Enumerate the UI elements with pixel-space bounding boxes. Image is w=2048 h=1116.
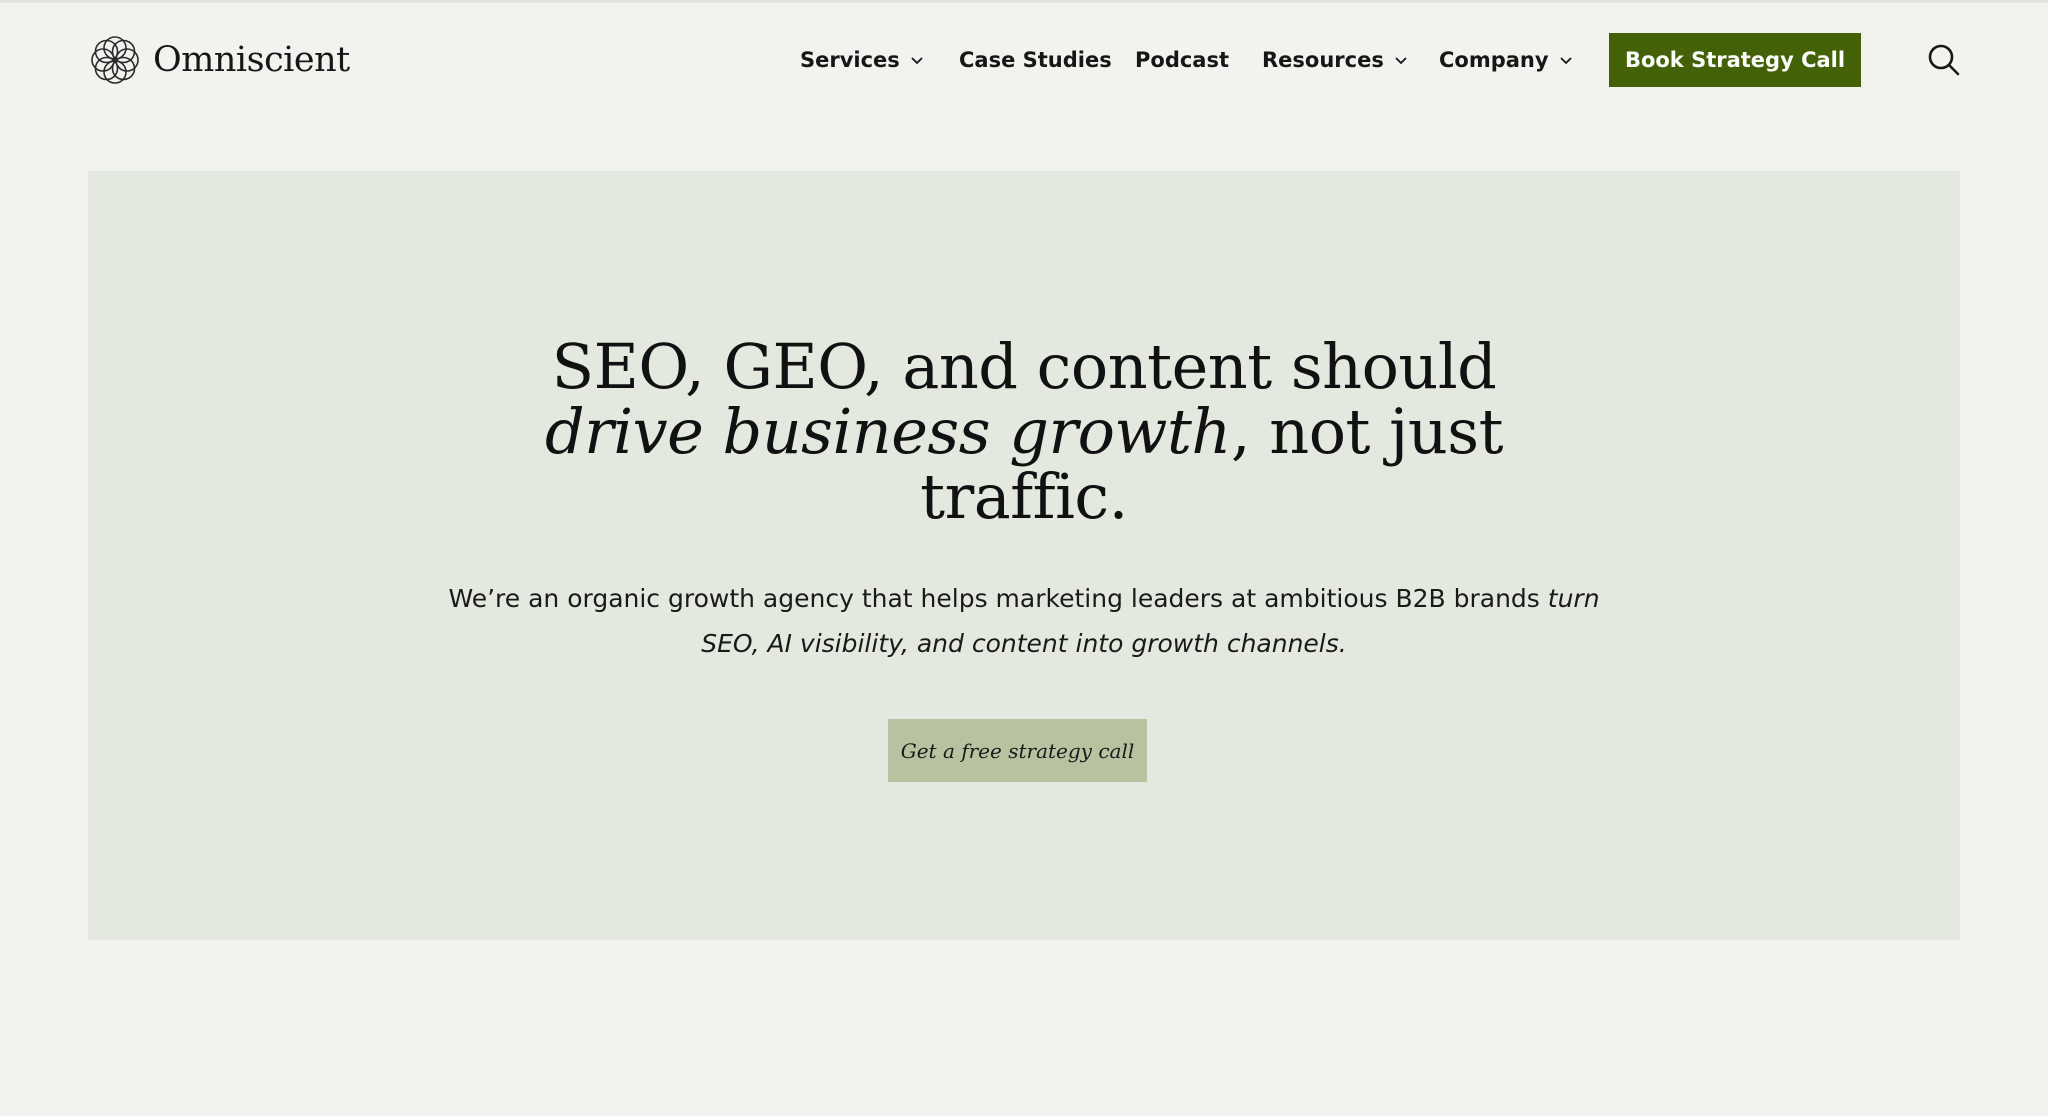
nav-item-label: Company — [1439, 48, 1549, 72]
hero-subtitle: We’re an organic growth agency that help… — [88, 576, 1960, 666]
chevron-down-icon — [1559, 57, 1572, 65]
nav-item-services[interactable]: Services — [800, 42, 924, 78]
chevron-down-icon — [1395, 57, 1407, 65]
hero-title-line3: traffic. — [920, 460, 1128, 533]
free-strategy-call-button[interactable]: Get a free strategy call — [888, 719, 1147, 782]
nav-item-resources[interactable]: Resources — [1262, 42, 1408, 78]
hero-title: SEO, GEO, and content should drive busin… — [88, 334, 1960, 529]
nav-item-podcast[interactable]: Podcast — [1135, 42, 1229, 78]
hero-section: SEO, GEO, and content should drive busin… — [88, 171, 1960, 940]
hero-title-rest: , not just — [1230, 395, 1504, 468]
book-strategy-call-button[interactable]: Book Strategy Call — [1609, 33, 1861, 87]
nav-item-label: Podcast — [1135, 48, 1230, 72]
hero-subtitle-plain: We’re an organic growth agency that help… — [448, 584, 1540, 613]
nav-item-case-studies[interactable]: Case Studies — [959, 42, 1112, 78]
hero-subtitle-emphasis-1: turn — [1547, 584, 1600, 613]
nav-item-label: Case Studies — [959, 48, 1112, 72]
nav-item-label: Resources — [1262, 48, 1384, 72]
search-button[interactable] — [1926, 42, 1962, 78]
hero-title-line1: SEO, GEO, and content should — [551, 330, 1497, 403]
nav-item-company[interactable]: Company — [1439, 42, 1573, 78]
site-header: Omniscient Services Case Studies Podcast… — [0, 0, 2048, 120]
search-icon — [1928, 44, 1960, 76]
hero-title-emphasis: drive business growth — [544, 395, 1231, 468]
hero-subtitle-emphasis-2: SEO, AI visibility, and content into gro… — [701, 629, 1347, 658]
nav-item-label: Services — [800, 48, 900, 72]
chevron-down-icon — [911, 57, 923, 65]
